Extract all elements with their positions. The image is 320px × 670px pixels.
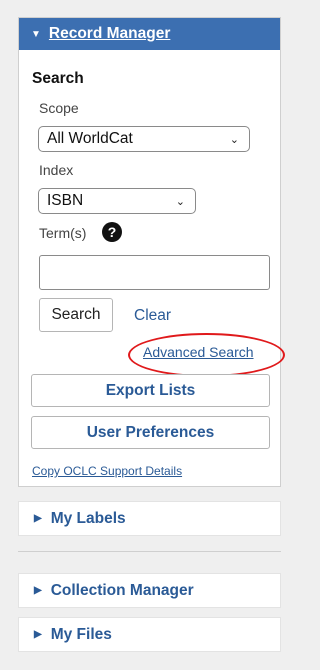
terms-input[interactable] <box>39 255 270 290</box>
scope-label: Scope <box>39 100 79 116</box>
chevron-down-icon: ⌄ <box>229 133 239 146</box>
my-labels-panel[interactable]: ▶ My Labels <box>18 501 281 536</box>
collection-manager-title: Collection Manager <box>50 581 194 599</box>
index-select-value: ISBN <box>47 192 84 209</box>
divider <box>18 551 281 552</box>
record-manager-header[interactable]: ▼ Record Manager <box>19 18 280 50</box>
caret-right-icon: ▶ <box>34 513 42 524</box>
chevron-down-icon: ⌄ <box>175 195 185 208</box>
copy-support-details-link[interactable]: Copy OCLC Support Details <box>32 464 182 478</box>
record-manager-panel: ▼ Record Manager Search Scope All WorldC… <box>18 17 285 487</box>
index-select[interactable]: ISBN ⌄ <box>38 188 196 214</box>
caret-down-icon: ▼ <box>31 28 41 40</box>
record-manager-title[interactable]: Record Manager <box>49 25 170 43</box>
scope-select[interactable]: All WorldCat ⌄ <box>38 126 250 152</box>
search-heading: Search <box>32 70 84 87</box>
user-preferences-button[interactable]: User Preferences <box>31 416 270 449</box>
my-labels-title: My Labels <box>50 509 126 527</box>
advanced-search-link[interactable]: Advanced Search <box>143 344 254 360</box>
terms-label: Term(s) <box>39 225 87 241</box>
my-files-title: My Files <box>50 625 112 643</box>
search-button[interactable]: Search <box>39 298 113 332</box>
help-icon[interactable]: ? <box>102 222 122 242</box>
index-label: Index <box>39 162 74 178</box>
my-files-panel[interactable]: ▶ My Files <box>18 617 281 652</box>
export-lists-button[interactable]: Export Lists <box>31 374 270 407</box>
scope-select-value: All WorldCat <box>47 130 133 147</box>
clear-link[interactable]: Clear <box>134 307 171 325</box>
collection-manager-panel[interactable]: ▶ Collection Manager <box>18 573 281 608</box>
caret-right-icon: ▶ <box>34 585 42 596</box>
caret-right-icon: ▶ <box>34 629 42 640</box>
